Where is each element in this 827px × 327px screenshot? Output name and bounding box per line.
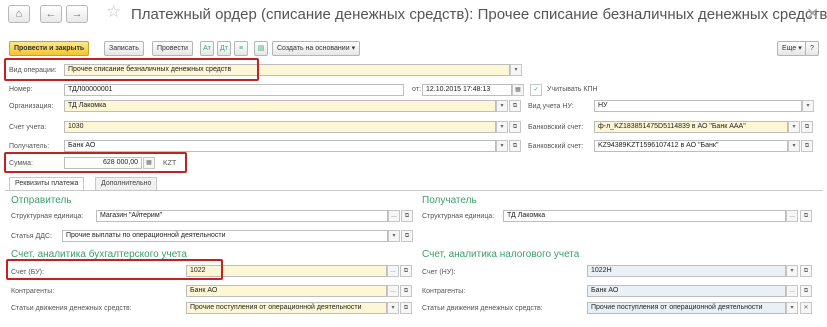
date-field[interactable]: 12.10.2015 17:48:13 (422, 84, 512, 96)
open-icon[interactable]: ⧉ (509, 121, 521, 133)
tab-payment-details[interactable]: Реквизиты платежа (9, 177, 85, 191)
organization-field[interactable]: ТД Лакомка (64, 100, 496, 112)
number-label: Номер: (9, 86, 33, 93)
amount-highlight (4, 152, 187, 173)
open-icon[interactable]: ⧉ (509, 100, 521, 112)
favorite-star-icon[interactable]: ☆ (106, 2, 121, 22)
open-icon[interactable]: ⧉ (400, 285, 412, 297)
close-icon[interactable]: ✕ (806, 4, 819, 24)
journal-icon[interactable]: Дт (217, 41, 231, 56)
account-label: Счет учета: (9, 124, 47, 131)
chevron-down-icon[interactable]: ▾ (388, 230, 400, 242)
buh-cashflow-label: Статьи движения денежных средств: (11, 305, 132, 312)
tab-divider (5, 190, 823, 191)
chevron-down-icon[interactable]: ▾ (788, 140, 800, 152)
tax-cashflow-label: Статьи движения денежных средств: (422, 305, 543, 312)
buh-contractor-field[interactable]: Банк АО (186, 285, 387, 297)
open-icon[interactable]: ⧉ (400, 302, 412, 314)
select-icon[interactable]: … (388, 210, 400, 222)
home-button[interactable]: ⌂ (8, 5, 30, 23)
chevron-down-icon[interactable]: ▾ (496, 100, 508, 112)
bank-account-label: Банковский счет: (528, 124, 584, 131)
select-icon[interactable]: … (786, 285, 798, 297)
select-icon[interactable]: … (387, 265, 399, 277)
back-button[interactable]: ← (40, 5, 62, 23)
buh-cashflow-field[interactable]: Прочие поступления от операционной деяте… (186, 302, 387, 314)
list-icon[interactable]: ≡ (234, 41, 248, 56)
number-field[interactable]: ТДЛ00000001 (64, 84, 404, 96)
chevron-down-icon[interactable]: ▾ (510, 64, 522, 76)
tax-accounting-type-label: Вид учета НУ: (528, 103, 574, 110)
more-button[interactable]: Еще ▾ (777, 41, 807, 56)
receiver-heading: Получатель (422, 195, 477, 206)
recipient-field[interactable]: Банк АО (64, 140, 496, 152)
receiver-unit-label: Структурная единица: (422, 213, 495, 220)
organization-label: Организация: (9, 103, 54, 110)
kpn-checkbox[interactable]: ✓ (530, 84, 542, 96)
post-and-close-button[interactable]: Провести и закрыть (9, 41, 90, 56)
tax-account-label: Счет (НУ): (422, 269, 456, 276)
sender-unit-label: Структурная единица: (11, 213, 84, 220)
tax-account-field[interactable]: 1022Н (587, 265, 786, 277)
help-button[interactable]: ? (805, 41, 819, 56)
bank-account-field[interactable]: ф-л_KZ183851475D5114839 в АО "Банк ААА" (594, 121, 788, 133)
calendar-icon[interactable]: ▦ (512, 84, 524, 96)
open-icon[interactable]: ⧉ (800, 285, 812, 297)
clear-icon[interactable]: ✕ (800, 302, 812, 314)
tab-additional[interactable]: Дополнительно (95, 177, 158, 190)
open-icon[interactable]: ⧉ (401, 210, 413, 222)
account-field[interactable]: 1030 (64, 121, 496, 133)
open-icon[interactable]: ⧉ (509, 140, 521, 152)
chevron-down-icon[interactable]: ▾ (786, 265, 798, 277)
tax-cashflow-field[interactable]: Прочие поступления от операционной деяте… (587, 302, 786, 314)
bank-account2-label: Банковский счет: (528, 143, 584, 150)
recipient-label: Получатель: (9, 143, 50, 150)
sender-heading: Отправитель (11, 195, 72, 206)
chevron-down-icon[interactable]: ▾ (802, 100, 814, 112)
dt-kt-report-icon[interactable]: Ат (200, 41, 214, 56)
tax-contractor-field[interactable]: Банк АО (587, 285, 786, 297)
select-icon[interactable]: … (786, 210, 798, 222)
date-label: от: (412, 86, 421, 93)
save-button[interactable]: Записать (104, 41, 144, 56)
select-icon[interactable]: … (387, 285, 399, 297)
print-icon[interactable]: ▤ (254, 41, 268, 56)
post-button[interactable]: Провести (152, 41, 193, 56)
chevron-down-icon[interactable]: ▾ (387, 302, 399, 314)
forward-button[interactable]: → (66, 5, 88, 23)
window-title: Платежный ордер (списание денежных средс… (131, 6, 827, 23)
create-based-on-button[interactable]: Создать на основании ▾ (272, 41, 361, 56)
open-icon[interactable]: ⧉ (800, 210, 812, 222)
chevron-down-icon[interactable]: ▾ (496, 121, 508, 133)
dds-label: Статья ДДС: (11, 233, 52, 240)
kpn-label: Учитывать КПН (547, 86, 598, 93)
buh-account-highlight (6, 259, 223, 280)
tax-contractor-label: Контрагенты: (422, 288, 466, 295)
tax-accounting-type-field[interactable]: НУ (594, 100, 802, 112)
bank-account2-field[interactable]: KZ94389KZT1596107412 в АО "Банк" (594, 140, 788, 152)
chevron-down-icon[interactable]: ▾ (788, 121, 800, 133)
sender-unit-field[interactable]: Магазин "Айтерим" (96, 210, 388, 222)
open-icon[interactable]: ⧉ (401, 230, 413, 242)
dds-field[interactable]: Прочие выплаты по операционной деятельно… (62, 230, 388, 242)
receiver-unit-field[interactable]: ТД Лакомка (503, 210, 786, 222)
open-icon[interactable]: ⧉ (801, 121, 813, 133)
tax-heading: Счет, аналитика налогового учета (422, 249, 580, 260)
chevron-down-icon[interactable]: ▾ (786, 302, 798, 314)
open-icon[interactable]: ⧉ (400, 265, 412, 277)
operation-highlight (4, 58, 259, 81)
open-icon[interactable]: ⧉ (800, 265, 812, 277)
chevron-down-icon[interactable]: ▾ (496, 140, 508, 152)
buh-contractor-label: Контрагенты: (11, 288, 55, 295)
open-icon[interactable]: ⧉ (801, 140, 813, 152)
